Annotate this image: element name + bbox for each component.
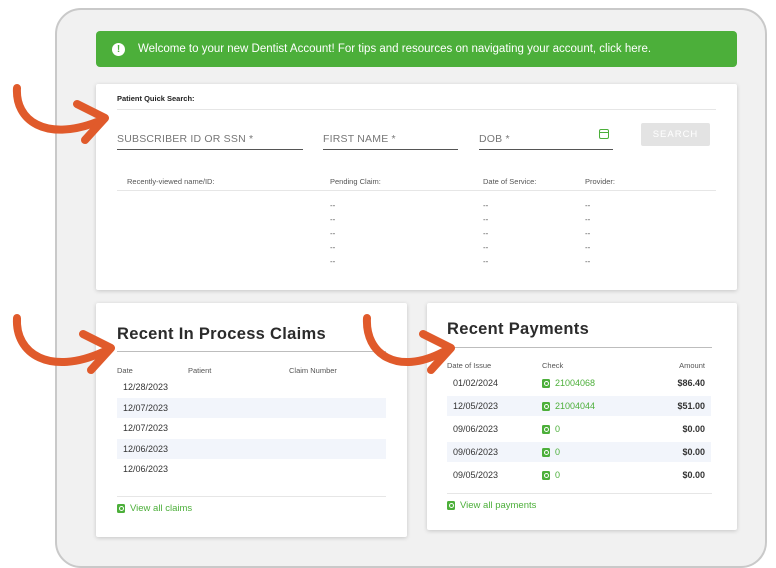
view-all-claims-label[interactable]: View all claims [130,503,192,514]
divider [447,493,712,494]
table-row[interactable]: 12/07/2023 [117,418,386,438]
check-number[interactable]: 21004068 [555,378,595,388]
first-name-field[interactable]: FIRST NAME * [323,133,458,150]
cell: -- [483,229,489,238]
search-doc-icon [542,378,550,388]
claims-title: Recent In Process Claims [117,325,326,343]
table-row[interactable]: 12/28/2023 [117,377,386,397]
payment-amount: $51.00 [677,401,705,411]
pending-claim-header: Pending Claim: [330,177,381,186]
date-of-service-header: Date of Service: [483,177,537,186]
check-link[interactable]: 0 [542,424,560,434]
table-row[interactable]: 01/02/2024 21004068 $86.40 [447,373,711,393]
issue-date: 12/05/2023 [453,401,499,411]
subscriber-id-field[interactable]: SUBSCRIBER ID OR SSN * [117,133,303,150]
divider [117,496,386,497]
provider-column: -- -- -- -- -- [585,199,590,269]
table-row[interactable]: 09/06/2023 0 $0.00 [447,442,711,462]
divider [117,351,386,352]
view-all-payments-label[interactable]: View all payments [460,500,536,511]
cell: -- [330,201,336,210]
cell: -- [585,243,591,252]
divider [117,109,716,110]
claim-number-header: Claim Number [289,366,337,375]
cell: -- [483,215,489,224]
divider [447,347,712,348]
cell: -- [330,257,336,266]
cell: -- [585,257,591,266]
search-doc-icon [117,504,125,513]
welcome-banner[interactable]: ! Welcome to your new Dentist Account! F… [96,31,737,67]
claim-date: 12/07/2023 [123,423,169,433]
claim-date: 12/06/2023 [123,464,169,474]
callout-arrow-icon [362,314,455,374]
table-row[interactable]: 12/06/2023 [117,439,386,459]
cell: -- [585,229,591,238]
payment-amount: $0.00 [682,470,705,480]
table-row[interactable]: 12/06/2023 [117,459,386,479]
cell: -- [585,215,591,224]
issue-date: 01/02/2024 [453,378,499,388]
info-icon: ! [112,42,125,56]
patient-quick-search-card: Patient Quick Search: SUBSCRIBER ID OR S… [96,84,737,290]
check-link[interactable]: 0 [542,447,560,457]
date-of-service-column: -- -- -- -- -- [483,199,488,269]
payment-amount: $0.00 [682,424,705,434]
search-doc-icon [447,501,455,510]
payments-title: Recent Payments [447,320,590,338]
search-doc-icon [542,424,550,434]
issue-date: 09/06/2023 [453,447,499,457]
check-link[interactable]: 0 [542,470,560,480]
date-header: Date [117,366,133,375]
cell: -- [585,201,591,210]
check-number[interactable]: 0 [555,424,560,434]
check-number[interactable]: 0 [555,470,560,480]
calendar-icon[interactable] [599,129,609,139]
search-doc-icon [542,401,550,411]
cell: -- [483,201,489,210]
cell: -- [330,215,336,224]
cell: -- [330,229,336,238]
search-doc-icon [542,447,550,457]
payment-amount: $0.00 [682,447,705,457]
table-row[interactable]: 12/07/2023 [117,398,386,418]
quick-search-title: Patient Quick Search: [117,94,195,103]
search-doc-icon [542,470,550,480]
check-link[interactable]: 21004044 [542,401,595,411]
pending-claim-column: -- -- -- -- -- [330,199,335,269]
claim-date: 12/06/2023 [123,444,169,454]
recent-name-header: Recently-viewed name/ID: [127,177,215,186]
view-all-payments-link[interactable]: View all payments [447,500,536,511]
view-all-claims-link[interactable]: View all claims [117,503,192,514]
table-row[interactable]: 09/06/2023 0 $0.00 [447,419,711,439]
callout-arrow-icon [12,84,109,144]
patient-header: Patient [188,366,212,375]
check-header: Check [542,361,564,370]
recent-payments-card: Recent Payments Date of Issue Check Amou… [427,303,737,530]
amount-header: Amount [679,361,705,370]
cell: -- [483,243,489,252]
payment-amount: $86.40 [677,378,705,388]
cell: -- [330,243,336,252]
claim-date: 12/07/2023 [123,403,169,413]
cell: -- [483,257,489,266]
claim-date: 12/28/2023 [123,382,169,392]
issue-date: 09/06/2023 [453,424,499,434]
provider-header: Provider: [585,177,616,186]
check-link[interactable]: 21004068 [542,378,595,388]
banner-text[interactable]: Welcome to your new Dentist Account! For… [138,43,651,55]
issue-date: 09/05/2023 [453,470,499,480]
table-row[interactable]: 09/05/2023 0 $0.00 [447,465,711,485]
search-button[interactable]: SEARCH [641,123,710,146]
check-number[interactable]: 21004044 [555,401,595,411]
table-row[interactable]: 12/05/2023 21004044 $51.00 [447,396,711,416]
dob-field[interactable]: DOB * [479,133,613,150]
divider [117,190,716,191]
callout-arrow-icon [12,314,115,374]
check-number[interactable]: 0 [555,447,560,457]
